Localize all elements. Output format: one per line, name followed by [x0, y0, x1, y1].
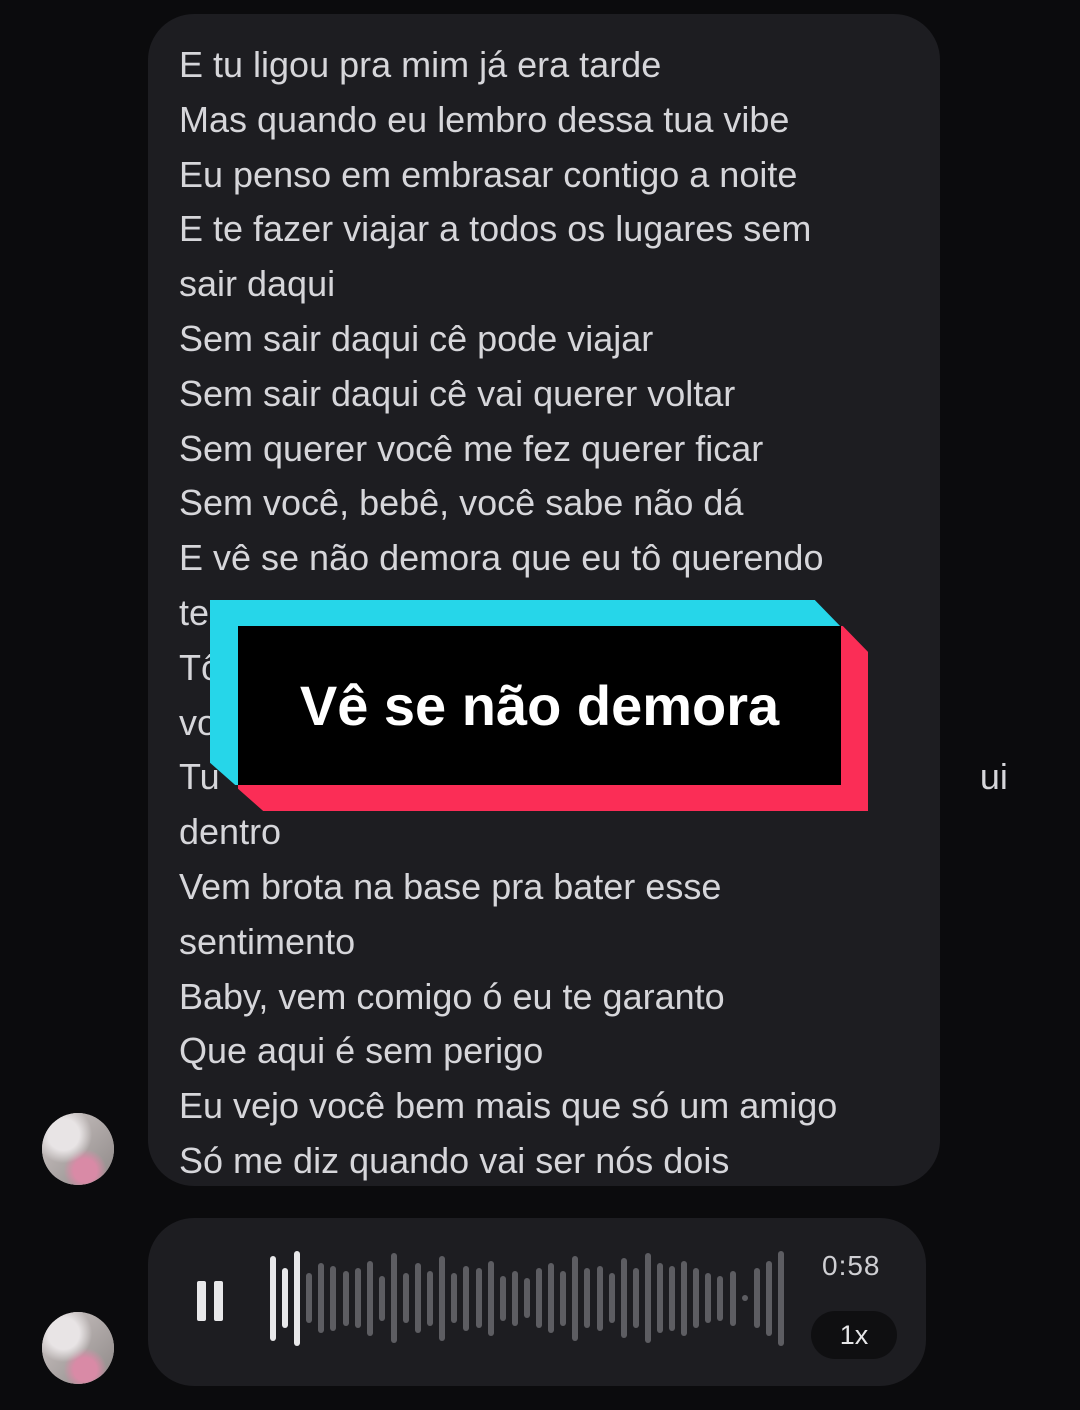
lyric-line: Sem querer você me fez querer ficar [179, 427, 764, 469]
waveform-bar [463, 1265, 470, 1331]
lyric-line: E tu ligou pra mim já era tarde [179, 44, 662, 85]
waveform-bar [390, 1253, 397, 1343]
audio-duration: 0:58 [822, 1250, 881, 1281]
lyric-line: Sem você, bebê, você sabe não dá [179, 482, 744, 524]
waveform-bar [378, 1275, 385, 1321]
waveform-bar [608, 1273, 615, 1323]
waveform-bar [644, 1253, 651, 1343]
waveform-bar [693, 1268, 700, 1328]
waveform-bar [717, 1275, 724, 1321]
lyric-line: Que aqui é sem perigo [179, 1030, 544, 1072]
lyric-line: sair daqui [179, 263, 336, 305]
waveform-bar [487, 1260, 494, 1336]
waveform-bar [282, 1268, 289, 1328]
waveform-bar [741, 1295, 748, 1301]
waveform-bar [620, 1258, 627, 1338]
lyric-line: sentimento [179, 920, 356, 962]
waveform-bar [427, 1270, 434, 1326]
lyric-line: Sem sair daqui cê vai querer voltar [179, 372, 736, 414]
waveform-bar [584, 1268, 591, 1328]
waveform-bar [560, 1270, 567, 1326]
avatar-image [42, 1113, 114, 1185]
waveform-bar [511, 1270, 518, 1326]
lyric-line: Vem brota na base pra bater esse [179, 865, 722, 907]
waveform-bar [572, 1255, 579, 1341]
lyric-line: Eu vejo você bem mais que só um amigo [179, 1085, 838, 1127]
waveform-bar [536, 1268, 543, 1328]
lyric-line: dentro [179, 811, 282, 853]
waveform-bar [342, 1270, 349, 1326]
waveform-bar [294, 1250, 301, 1346]
waveform-bar [729, 1270, 736, 1326]
waveform-bar [330, 1265, 337, 1331]
playback-speed-button[interactable]: 1x [811, 1311, 897, 1359]
lyric-line: Só me diz quando vai ser nós dois [179, 1139, 730, 1181]
waveform-bar [306, 1273, 313, 1323]
waveform-bar [270, 1255, 276, 1341]
waveform-bar [596, 1265, 603, 1331]
caption-text: Vê se não demora [299, 674, 780, 737]
waveform-bar [451, 1273, 458, 1323]
lyric-line: E te fazer viajar a todos os lugares sem [179, 208, 812, 250]
sender-avatar-audio[interactable] [42, 1312, 114, 1384]
waveform-bar [318, 1263, 325, 1333]
lyric-line: Sem sair daqui cê pode viajar [179, 317, 654, 359]
lyric-line: Eu penso em embrasar contigo a noite [179, 153, 798, 195]
waveform-bar [632, 1268, 639, 1328]
waveform-bar [705, 1273, 712, 1323]
waveform-bar [523, 1278, 530, 1318]
waveform-bar [681, 1260, 688, 1336]
waveform-bar [548, 1263, 555, 1333]
waveform-bar [656, 1263, 663, 1333]
waveform-bar [354, 1268, 361, 1328]
lyric-line: Mas quando eu lembro dessa tua vibe [179, 98, 790, 140]
waveform-bar [403, 1273, 410, 1323]
lyric-line: Baby, vem comigo ó eu te garanto [179, 975, 725, 1017]
waveform-bar [475, 1268, 482, 1328]
avatar-image [42, 1312, 114, 1384]
waveform-bar [765, 1260, 772, 1336]
waveform-bar [366, 1260, 373, 1336]
waveform-bar [499, 1275, 506, 1321]
waveform-bar [753, 1268, 760, 1328]
lyric-line: E vê se não demora que eu tô querendo [179, 537, 824, 579]
sender-avatar[interactable] [42, 1113, 114, 1185]
waveform[interactable] [270, 1248, 790, 1348]
pause-icon[interactable] [197, 1281, 223, 1321]
waveform-bar [777, 1250, 784, 1346]
waveform-bar [415, 1263, 422, 1333]
waveform-bar [439, 1255, 446, 1341]
waveform-bar [669, 1265, 676, 1331]
